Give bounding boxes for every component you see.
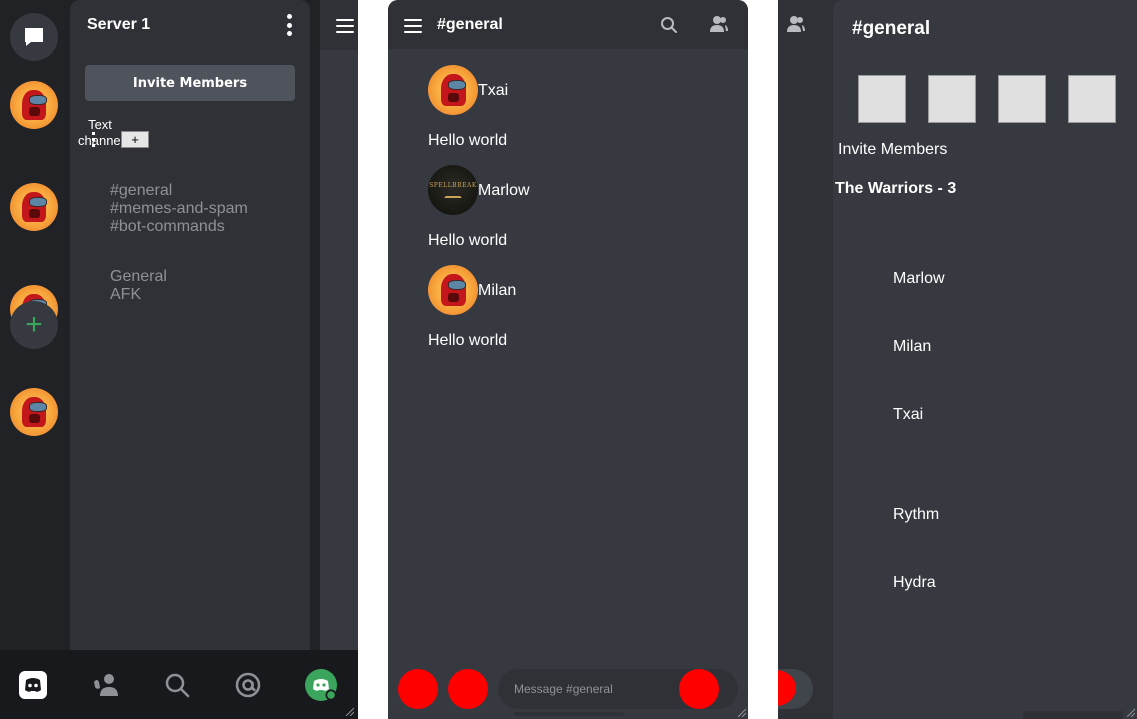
chat-preview-peek[interactable] — [320, 0, 358, 650]
member-item[interactable]: Hydra — [893, 574, 936, 592]
channel-title: #general — [437, 16, 503, 33]
bottom-navigation — [0, 650, 358, 719]
threads-button[interactable] — [998, 75, 1046, 123]
text-channel-list: #general #memes-and-spam #bot-commands — [110, 182, 248, 236]
server-icon[interactable] — [10, 388, 58, 436]
hamburger-menu-icon[interactable] — [404, 19, 422, 33]
profile-avatar-icon[interactable] — [304, 668, 338, 702]
members-icon[interactable] — [786, 15, 806, 33]
voice-channel-item[interactable]: AFK — [110, 286, 167, 304]
search-button[interactable] — [858, 75, 906, 123]
add-channel-button[interactable]: + — [121, 131, 149, 148]
spellbreak-avatar[interactable]: SPELLBREAK — [428, 165, 478, 215]
message-author[interactable]: Marlow — [478, 182, 530, 200]
text-cursor-icon — [92, 132, 95, 148]
server-name: Server 1 — [87, 16, 151, 33]
chat-bubble-icon — [25, 28, 43, 46]
members-icon[interactable] — [709, 15, 729, 33]
member-item[interactable]: Txai — [893, 406, 923, 424]
member-item[interactable]: Rythm — [893, 506, 939, 524]
channel-item[interactable]: #bot-commands — [110, 218, 248, 236]
add-server-button[interactable]: + — [10, 301, 58, 349]
text-channels-label: Text channels — [78, 117, 131, 148]
members-panel: #general Invite Members The Warriors - 3… — [833, 0, 1137, 719]
members-screen: #general Invite Members The Warriors - 3… — [778, 0, 1137, 719]
invite-members-button[interactable]: Invite Members — [85, 65, 295, 101]
gift-button[interactable] — [448, 669, 488, 709]
voice-channel-item[interactable]: General — [110, 268, 167, 286]
server-icon[interactable] — [10, 81, 58, 129]
among-us-avatar[interactable] — [428, 65, 478, 115]
attach-button[interactable] — [398, 669, 438, 709]
among-us-avatar[interactable] — [428, 265, 478, 315]
chat-header: #general — [388, 0, 748, 49]
direct-messages-button[interactable] — [10, 13, 58, 61]
message-content: Hello world — [428, 132, 508, 149]
members-panel-title: #general — [852, 18, 931, 39]
hamburger-menu-icon[interactable] — [336, 19, 354, 33]
search-icon[interactable] — [660, 16, 678, 34]
resize-grip-icon — [737, 708, 746, 717]
friends-icon[interactable] — [89, 668, 123, 702]
voice-channel-list: General AFK — [110, 268, 167, 304]
message-author[interactable]: Txai — [478, 82, 508, 100]
search-icon[interactable] — [160, 668, 194, 702]
resize-grip-icon — [345, 707, 354, 716]
chat-preview-peek[interactable] — [778, 0, 823, 719]
settings-button[interactable] — [1068, 75, 1116, 123]
chat-screen: #general Txai Hello world SPELLBREAK Mar… — [388, 0, 748, 719]
more-options-icon[interactable] — [286, 14, 292, 36]
avatar-logo-text: SPELLBREAK — [429, 182, 477, 189]
member-item[interactable]: Milan — [893, 338, 931, 356]
home-indicator — [1023, 711, 1123, 719]
home-indicator — [514, 712, 624, 716]
pins-button[interactable] — [928, 75, 976, 123]
message-author[interactable]: Milan — [478, 282, 516, 300]
server-sidebar-screen: + Server 1 Invite Members Text channels … — [0, 0, 358, 719]
discord-home-icon[interactable] — [16, 668, 50, 702]
invite-members-link[interactable]: Invite Members — [838, 141, 947, 159]
guild-rail: + — [0, 0, 70, 650]
plus-icon: + — [25, 308, 43, 341]
channel-item[interactable]: #memes-and-spam — [110, 200, 248, 218]
mentions-icon[interactable] — [231, 668, 265, 702]
message-content: Hello world — [428, 332, 508, 349]
role-header: The Warriors - 3 — [835, 180, 957, 197]
message-content: Hello world — [428, 232, 508, 249]
emoji-button[interactable] — [679, 669, 719, 709]
resize-grip-icon — [1126, 708, 1135, 717]
channel-list-panel: Server 1 Invite Members Text channels + … — [70, 0, 310, 650]
member-item[interactable]: Marlow — [893, 270, 945, 288]
server-icon[interactable] — [10, 183, 58, 231]
channel-item[interactable]: #general — [110, 182, 248, 200]
